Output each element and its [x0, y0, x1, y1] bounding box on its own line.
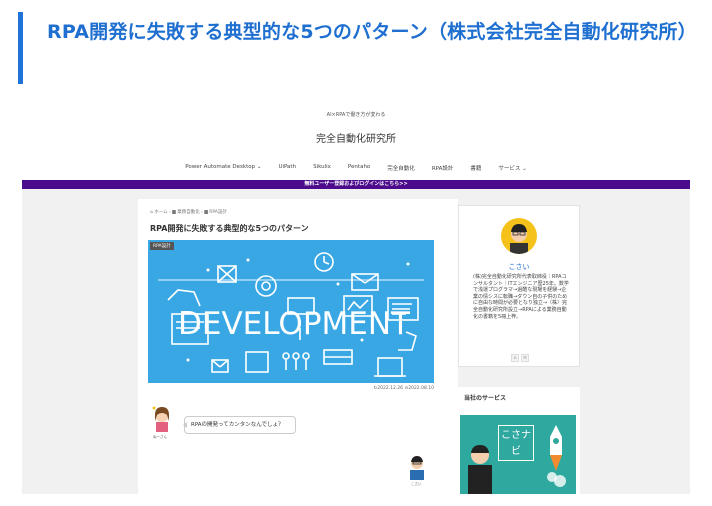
author-avatar-icon [510, 224, 528, 254]
site-catchphrase: AI×RPAで働き方が変わる [326, 112, 386, 118]
banner-text: こさナビ [498, 425, 534, 461]
site-name[interactable]: 完全自動化研究所 [22, 130, 690, 145]
profile-avatar [501, 218, 537, 254]
profile-name[interactable]: こさい [459, 262, 579, 272]
site-screenshot: AI×RPAで働き方が変わる 完全自動化研究所 Power Automate D… [22, 100, 690, 494]
eyecatch-text: DEVELOPMENT [178, 306, 411, 342]
breadcrumb[interactable]: ⌂ ホーム › ▆ 業務自動化 › ▆ RPA設計 [150, 209, 227, 215]
main-article: ⌂ ホーム › ▆ 業務自動化 › ▆ RPA設計 RPA開発に失敗する典型的な… [138, 199, 458, 494]
profile-description: (株)完全自動化研究所代表取締役｜RPAコンサルタント｜ITエンジニア歴25年。… [473, 274, 569, 320]
login-notice-bar[interactable]: 無料ユーザー登録およびログインはこちら>> [22, 180, 690, 189]
card-title[interactable]: RPA開発に失敗する典型的な5つのパターン（株式会社完全自動化研究所） [47, 18, 697, 46]
speech-balloon: RPAの開発ってカンタンなんでしょ？ [183, 416, 296, 434]
article-title: RPA開発に失敗する典型的な5つのパターン [150, 224, 309, 233]
author-name-small: こさい [411, 482, 422, 486]
services-widget: 当社のサービス こさナビ [458, 387, 580, 494]
nav-item-pad[interactable]: Power Automate Desktop ⌄ [185, 164, 261, 172]
feed-icon[interactable]: ≡ [521, 354, 529, 362]
nav-item-services[interactable]: サービス ⌄ [498, 164, 526, 172]
nav-item-rpa-design[interactable]: RPA設計 [432, 164, 454, 172]
author-avatar-small [410, 456, 424, 480]
development-illustration: DEVELOPMENT [158, 252, 424, 377]
services-title: 当社のサービス [464, 395, 507, 402]
category-label[interactable]: RPA設計 [150, 242, 174, 250]
global-nav: Power Automate Desktop ⌄ UiPath Sikulix … [22, 164, 690, 172]
nav-item-uipath[interactable]: UiPath [278, 164, 296, 172]
service-banner[interactable]: こさナビ [460, 415, 576, 494]
home-icon[interactable]: ⌂ [511, 354, 519, 362]
nav-item-sikulix[interactable]: Sikulix [313, 164, 331, 172]
follow-buttons: ⌂ ≡ [511, 354, 529, 362]
nav-item-automation[interactable]: 完全自動化 [387, 164, 415, 172]
speaker-name: ぬーさん [153, 435, 167, 439]
post-dates: ↻2022.12.26 ⊙2022.08.10 [373, 386, 434, 391]
nav-item-pentaho[interactable]: Pentaho [348, 164, 370, 172]
girl-avatar [152, 406, 169, 432]
nav-item-books[interactable]: 書籍 [470, 164, 481, 172]
article-card-heading: RPA開発に失敗する典型的な5つのパターン（株式会社完全自動化研究所） [18, 12, 697, 84]
profile-widget: こさい (株)完全自動化研究所代表取締役｜RPAコンサルタント｜ITエンジニア歴… [458, 205, 580, 367]
eyecatch-image: DEVELOPMENT RPA設計 [148, 240, 434, 383]
